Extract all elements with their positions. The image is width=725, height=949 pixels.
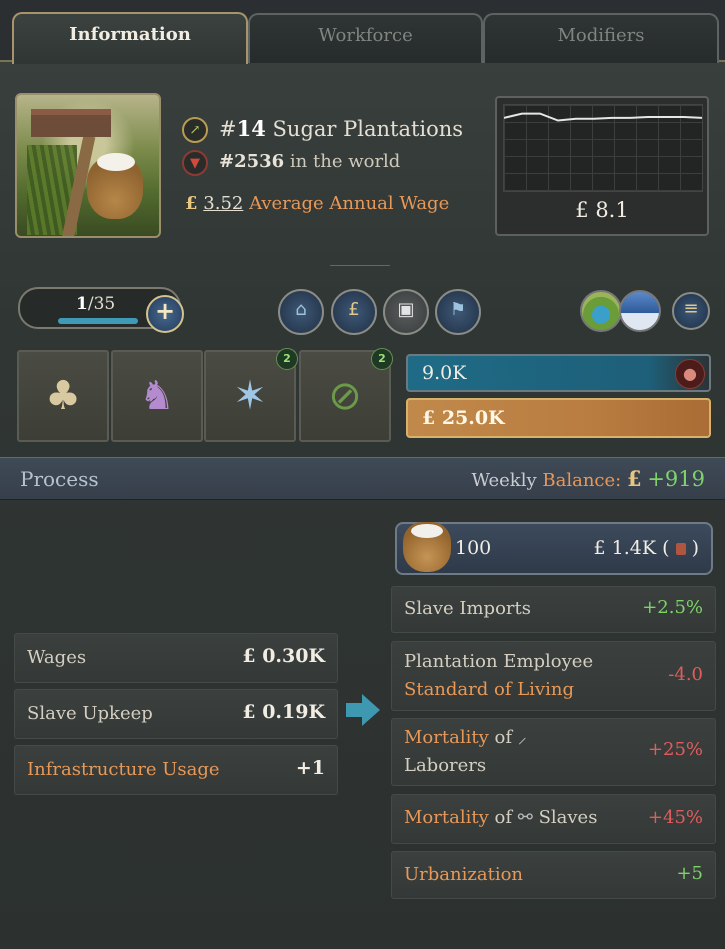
output-price: £ 1.4K ( ) [593,537,699,559]
building-portrait [15,93,161,238]
input-row[interactable]: Slave Upkeep £ 0.19K [14,689,338,739]
output-quantity: 100 [455,537,492,559]
world-rank-down-icon: ▼ [182,150,208,176]
mountain-icon[interactable] [619,290,661,332]
building-icon[interactable]: ▣ [383,289,429,335]
no-rail-method-icon[interactable]: ⊘ 2 [299,348,393,442]
world-rank: #2536 in the world [219,151,401,172]
crops-method-icon[interactable]: ♣ [17,350,109,442]
average-wage: £ 3.52 Average Annual Wage [185,193,450,214]
graph-value: £ 8.1 [575,198,629,222]
input-row[interactable]: Infrastructure Usage +1 [14,745,338,795]
menu-icon[interactable]: ≡ [672,292,710,330]
pop-icon: ● [675,359,705,389]
ox-press-method-icon[interactable]: ♞ [111,350,203,442]
grassland-icon[interactable] [580,290,622,332]
input-row[interactable]: Wages £ 0.30K [14,633,338,683]
flag-icon[interactable]: ⚑ [435,289,481,335]
stockpile-icon [675,543,686,555]
expand-level-button[interactable]: + [146,295,184,333]
effect-row[interactable]: Mortality of ⚯ Slaves +45% [391,794,716,844]
graph-line [504,112,702,122]
chain-icon: ⚯ [517,807,533,828]
effect-row[interactable]: Slave Imports +2.5% [391,586,716,633]
cash-value: £ 25.0K [422,407,505,429]
building-name: Sugar Plantations [272,117,464,141]
divider-ornament [330,265,390,273]
house-plus-icon[interactable]: ⌂ [278,289,324,335]
cash-reserve-bar[interactable]: £ 25.0K [406,398,711,438]
method-badge: 2 [371,348,393,370]
tab-modifiers[interactable]: Modifiers [483,13,719,63]
tab-information[interactable]: Information [12,12,248,64]
method-badge: 2 [276,348,298,370]
process-title: Process [20,467,99,491]
sugar-icon [403,522,451,572]
effect-row[interactable]: Urbanization +5 [391,851,716,899]
rank-up-icon: ↗ [182,117,208,143]
process-header: Process Weekly Balance: £ +919 [0,457,725,500]
effect-row[interactable]: Plantation Employee Standard of Living -… [391,641,716,711]
weekly-balance: Weekly Balance: £ +919 [471,466,705,491]
whip-laborers-method-icon[interactable]: ✶ 2 [204,348,298,442]
output-goods[interactable]: 100 £ 1.4K ( ) [395,522,713,575]
pound-plus-icon[interactable]: £ [331,289,377,335]
building-rank: #14 Sugar Plantations [219,116,464,141]
history-graph[interactable]: £ 8.1 [495,96,709,236]
effect-row[interactable]: Mortality of ⸝ Laborers +25% [391,718,716,786]
employment-value: 9.0K [422,362,467,384]
employment-bar[interactable]: 9.0K ● [406,354,711,392]
tab-workforce[interactable]: Workforce [248,13,483,63]
process-arrow-icon [362,694,380,726]
shovel-icon: ⸝ [517,727,527,748]
